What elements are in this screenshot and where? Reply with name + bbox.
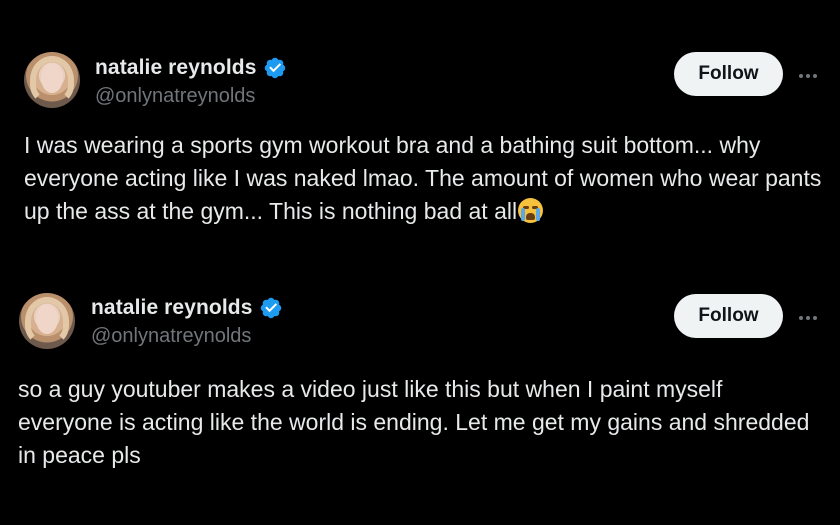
tweet-text-container: I was wearing a sports gym workout bra a…: [24, 129, 824, 228]
more-options-icon[interactable]: [796, 313, 820, 323]
tweet-text: I was wearing a sports gym workout bra a…: [24, 132, 822, 224]
tweet-1[interactable]: natalie reynolds @onlynatreynolds Follow…: [0, 0, 840, 262]
follow-button[interactable]: Follow: [674, 294, 783, 338]
avatar-face: [36, 304, 58, 334]
author-name[interactable]: natalie reynolds: [95, 56, 257, 80]
more-options-icon[interactable]: [796, 71, 820, 81]
follow-button[interactable]: Follow: [674, 52, 783, 96]
verified-badge-icon: [260, 297, 281, 319]
avatar[interactable]: [24, 52, 80, 108]
author-name[interactable]: natalie reynolds: [91, 296, 253, 320]
verified-badge-icon: [264, 57, 285, 79]
author-row: natalie reynolds: [95, 56, 287, 80]
author-handle[interactable]: @onlynatreynolds: [91, 325, 251, 348]
author-handle[interactable]: @onlynatreynolds: [95, 85, 255, 108]
tweet-2[interactable]: natalie reynolds @onlynatreynolds Follow…: [0, 262, 840, 525]
author-row: natalie reynolds: [91, 296, 283, 320]
avatar-face: [41, 63, 63, 93]
loudly-crying-face-icon: [518, 198, 544, 223]
tweet-text: so a guy youtuber makes a video just lik…: [18, 376, 810, 468]
avatar[interactable]: [19, 293, 75, 349]
